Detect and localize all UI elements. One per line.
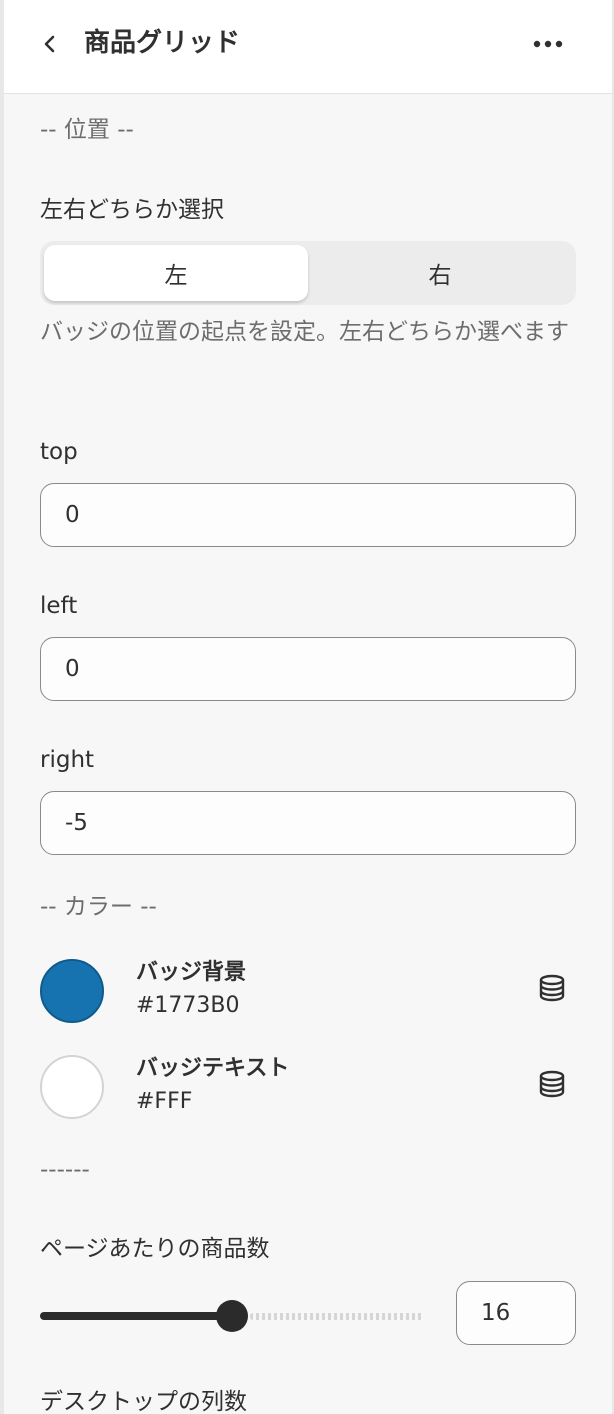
products-per-page-slider-thumb[interactable] <box>216 1300 248 1332</box>
badge-bg-source-button[interactable] <box>532 968 572 1008</box>
left-input[interactable]: 0 <box>40 637 576 701</box>
products-per-page-input[interactable]: 16 <box>456 1281 576 1345</box>
page-title: 商品グリッド <box>84 28 241 58</box>
database-icon <box>539 974 565 1002</box>
position-section-heading: -- 位置 -- <box>40 117 134 143</box>
theme-editor-panel: 商品グリッド -- 位置 -- 左右どちらか選択 左 右 バッジの位置の起点を設… <box>0 0 614 1414</box>
segment-right[interactable]: 右 <box>308 245 572 301</box>
products-per-page-slider-track[interactable] <box>250 1313 424 1320</box>
back-button[interactable] <box>32 26 68 62</box>
top-input[interactable]: 0 <box>40 483 576 547</box>
products-per-page-slider-fill <box>40 1312 232 1320</box>
products-per-page-label: ページあたりの商品数 <box>40 1236 270 1262</box>
side-segmented-control: 左 右 <box>40 241 576 305</box>
badge-text-color-value: #FFF <box>136 1089 193 1114</box>
panel-header: 商品グリッド <box>4 0 612 94</box>
section-divider-text: ------ <box>40 1157 90 1183</box>
right-input[interactable]: -5 <box>40 791 576 855</box>
right-field-label: right <box>40 747 95 773</box>
chevron-left-icon <box>44 35 55 53</box>
badge-text-color-swatch[interactable] <box>40 1055 104 1119</box>
segment-left[interactable]: 左 <box>44 245 308 301</box>
badge-bg-color-name: バッジ背景 <box>136 960 247 985</box>
side-select-help: バッジの位置の起点を設定。左右どちらか選べます <box>40 319 569 345</box>
badge-bg-color-value: #1773B0 <box>136 993 240 1018</box>
side-select-label: 左右どちらか選択 <box>40 197 224 223</box>
badge-text-color-name: バッジテキスト <box>136 1056 290 1081</box>
color-section-heading: -- カラー -- <box>40 894 157 920</box>
badge-bg-color-swatch[interactable] <box>40 959 104 1023</box>
left-field-label: left <box>40 593 78 619</box>
database-icon <box>539 1070 565 1098</box>
more-actions-button[interactable] <box>528 26 568 62</box>
badge-text-source-button[interactable] <box>532 1064 572 1104</box>
desktop-columns-label: デスクトップの列数 <box>40 1389 247 1414</box>
more-horizontal-icon <box>533 40 563 48</box>
top-field-label: top <box>40 439 78 465</box>
